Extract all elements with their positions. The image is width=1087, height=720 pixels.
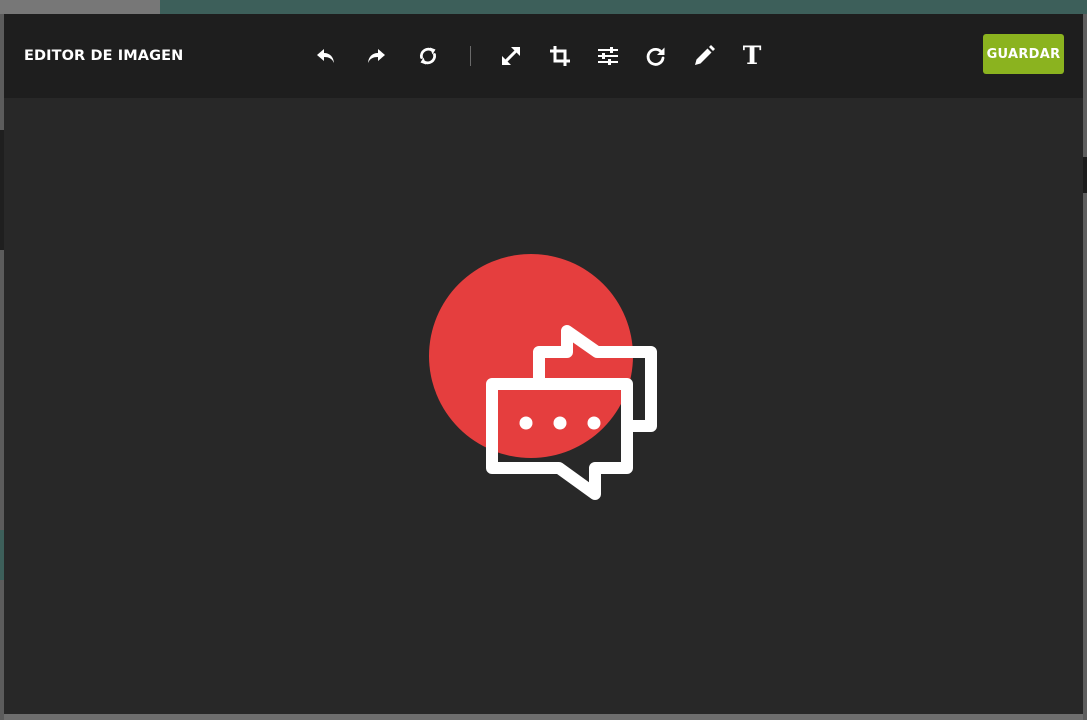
adjust-button[interactable]	[594, 42, 622, 70]
undo-button[interactable]	[312, 42, 340, 70]
text-icon: T	[742, 41, 762, 70]
toolbar-divider	[470, 46, 471, 66]
edited-image	[429, 254, 657, 500]
expand-icon	[502, 47, 520, 65]
background-right-edge	[1083, 14, 1087, 720]
image-editor-modal: EDITOR DE IMAGEN T GUARDAR	[4, 14, 1083, 714]
background-right-dark	[1083, 157, 1087, 193]
refresh-icon	[420, 47, 436, 65]
editor-title: EDITOR DE IMAGEN	[24, 48, 184, 64]
reset-button[interactable]	[414, 42, 442, 70]
rotate-icon	[646, 47, 665, 66]
editor-toolbar: EDITOR DE IMAGEN T GUARDAR	[4, 14, 1083, 98]
editor-canvas	[4, 98, 1083, 714]
pencil-icon	[695, 45, 715, 65]
crop-icon	[550, 46, 570, 66]
draw-button[interactable]	[690, 42, 718, 70]
redo-icon	[368, 49, 385, 63]
background-block	[0, 0, 160, 14]
sliders-icon	[598, 47, 618, 65]
redo-button[interactable]	[362, 42, 390, 70]
text-button[interactable]: T	[738, 42, 766, 70]
background-header-strip	[160, 0, 1087, 14]
rotate-button[interactable]	[642, 42, 670, 70]
resize-button[interactable]	[497, 42, 525, 70]
undo-icon	[317, 49, 334, 63]
crop-button[interactable]	[546, 42, 574, 70]
save-button[interactable]: GUARDAR	[983, 34, 1064, 74]
